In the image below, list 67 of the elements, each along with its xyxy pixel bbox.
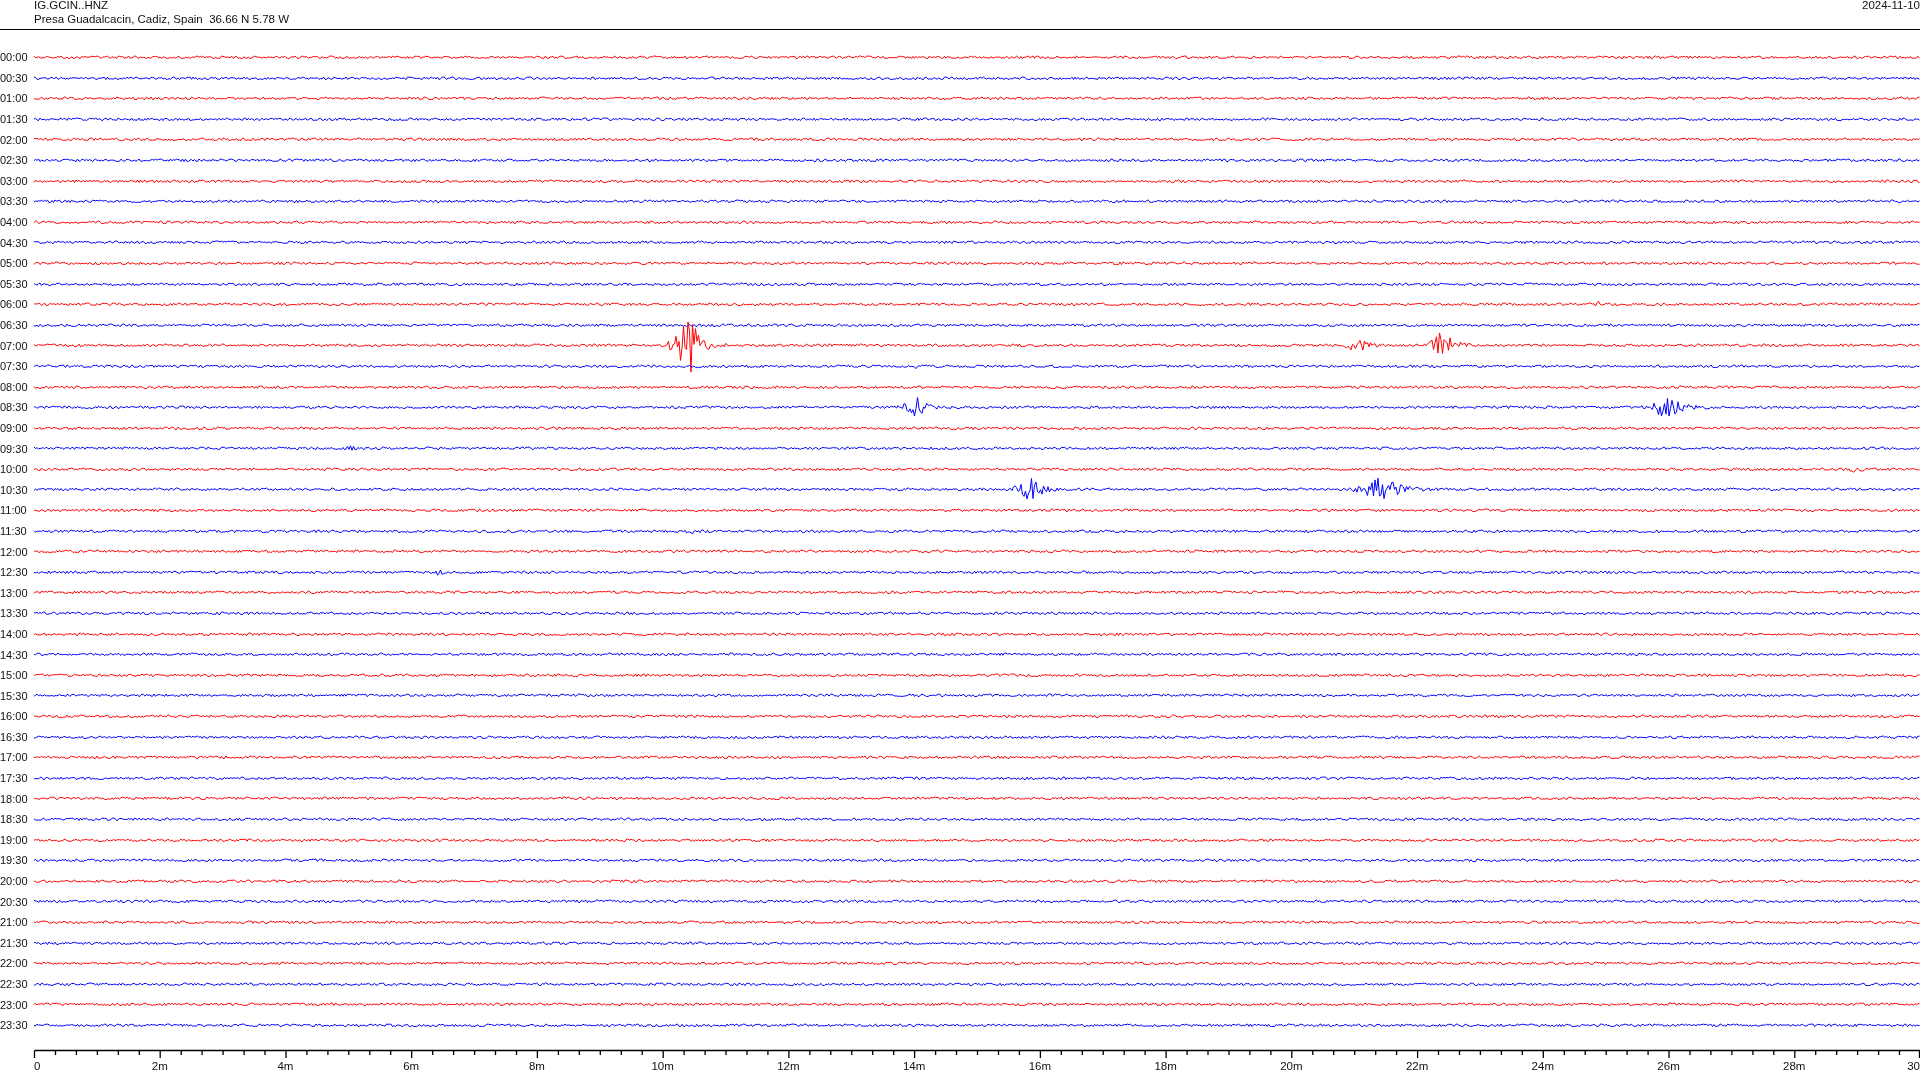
axis-label: 10m — [651, 1059, 674, 1072]
time-label: 22:00 — [0, 957, 29, 970]
time-label: 11:30 — [0, 524, 28, 537]
time-label: 12:00 — [0, 545, 29, 558]
axis-label: 2m — [151, 1059, 168, 1072]
axis-label: 26m — [1657, 1059, 1680, 1072]
time-label: 08:00 — [0, 380, 29, 393]
axis-label: 28m — [1783, 1059, 1806, 1072]
time-label: 16:30 — [0, 730, 29, 743]
time-label: 03:00 — [0, 174, 29, 187]
time-label: 23:00 — [0, 998, 29, 1011]
axis-label: 4m — [277, 1059, 294, 1072]
axis-label: 6m — [403, 1059, 420, 1072]
time-label: 03:30 — [0, 195, 29, 208]
time-label: 08:30 — [0, 401, 29, 414]
axis-label: 0 — [34, 1059, 41, 1072]
time-label: 05:00 — [0, 257, 29, 270]
time-label: 10:30 — [0, 483, 29, 496]
time-label: 18:30 — [0, 813, 29, 826]
axis-label: 12m — [777, 1059, 800, 1072]
time-label: 14:30 — [0, 648, 29, 661]
time-label: 23:30 — [0, 1019, 29, 1032]
time-label: 07:30 — [0, 360, 29, 373]
time-label: 16:00 — [0, 710, 29, 723]
axis-label: 24m — [1531, 1059, 1554, 1072]
date-label: 2024-11-10 — [1862, 0, 1920, 13]
time-label: 06:30 — [0, 319, 29, 331]
time-label: 13:30 — [0, 607, 29, 620]
time-label: 15:00 — [0, 669, 29, 682]
time-label: 21:30 — [0, 936, 29, 949]
axis-label: 18m — [1154, 1059, 1177, 1072]
time-label: 14:00 — [0, 627, 29, 640]
time-label: 17:30 — [0, 772, 29, 785]
time-label: 12:30 — [0, 566, 29, 579]
time-label: 22:30 — [0, 978, 29, 990]
axis-label: 16m — [1028, 1059, 1052, 1072]
time-label: 20:30 — [0, 895, 29, 908]
time-label: 02:00 — [0, 133, 29, 146]
time-label: 11:00 — [0, 504, 28, 517]
time-label: 07:00 — [0, 339, 29, 352]
station-code: IG.GCIN..HNZ — [34, 0, 110, 12]
time-label: 02:30 — [0, 154, 29, 167]
axis-label: 8m — [528, 1059, 545, 1072]
axis-label: 20m — [1280, 1059, 1303, 1072]
time-label: 17:00 — [0, 751, 29, 764]
time-label: 20:00 — [0, 875, 29, 888]
station-location: Presa Guadalcacin, Cadiz, Spain 36.66 N 5.78 W — [34, 12, 290, 26]
axis-label: 30 — [1907, 1059, 1920, 1072]
time-label: 01:00 — [0, 92, 29, 105]
time-label: 00:30 — [0, 71, 29, 84]
time-label: 19:00 — [0, 833, 29, 846]
time-label: 05:30 — [0, 277, 29, 290]
time-label: 00:00 — [0, 51, 29, 64]
time-label: 15:30 — [0, 689, 29, 702]
time-label: 13:00 — [0, 586, 29, 599]
axis-label: 22m — [1405, 1059, 1429, 1072]
axis-label: 14m — [902, 1059, 926, 1072]
time-label: 04:00 — [0, 216, 29, 229]
time-label: 19:30 — [0, 854, 29, 867]
time-label: 04:30 — [0, 236, 29, 249]
time-label: 10:00 — [0, 463, 29, 476]
time-label: 18:00 — [0, 792, 29, 805]
time-label: 01:30 — [0, 113, 29, 126]
time-label: 06:00 — [0, 298, 29, 311]
time-label: 09:30 — [0, 442, 29, 455]
time-label: 21:00 — [0, 916, 29, 929]
time-label: 09:00 — [0, 422, 29, 434]
